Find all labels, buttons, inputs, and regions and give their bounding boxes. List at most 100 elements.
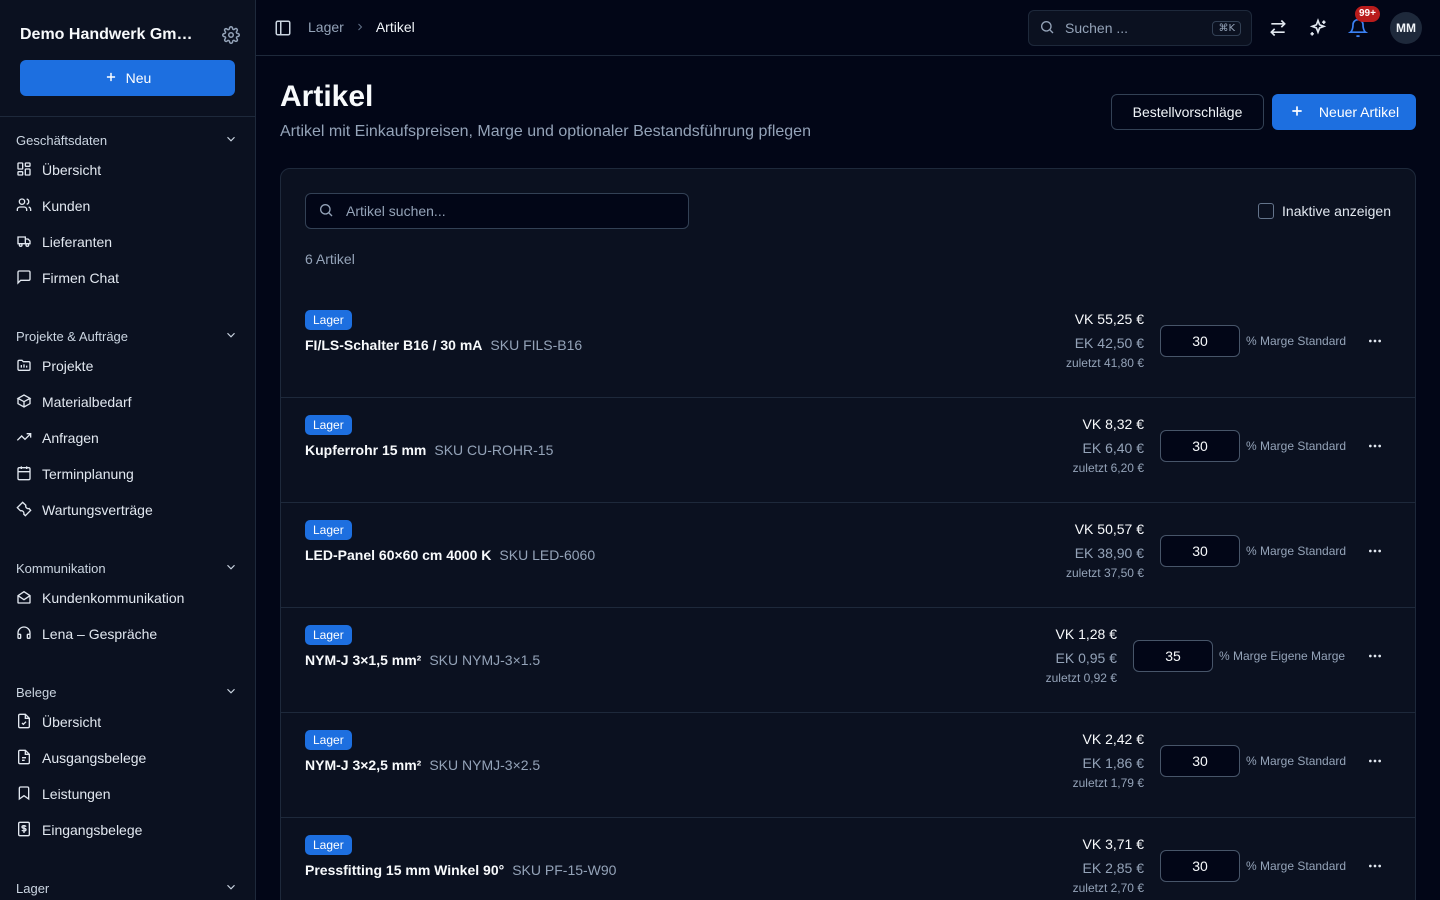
section-header[interactable]: Geschäftsdaten [0,128,255,152]
chat-icon [16,269,32,288]
sidebar-item-label: Übersicht [42,714,102,730]
sidebar-item-anfragen[interactable]: Anfragen [0,420,255,456]
sidebar-toggle-icon[interactable] [274,19,292,37]
sidebar-item-wartungsvertraege[interactable]: Wartungsverträge [0,492,255,528]
sidebar-item-materialbedarf[interactable]: Materialbedarf [0,384,255,420]
headset-icon [16,625,32,644]
last-price: zuletzt 1,79 € [1072,776,1144,790]
sidebar-item-kundenkommunikation[interactable]: Kundenkommunikation [0,580,255,616]
purchase-price: EK 1,86 € [1082,755,1145,771]
section-header[interactable]: Projekte & Aufträge [0,324,255,348]
sidebar-item-projekte[interactable]: Projekte [0,348,255,384]
mail-open-icon [16,589,32,608]
calendar-icon [16,465,32,484]
stock-tag: Lager [305,415,352,435]
chevron-down-icon [224,328,238,345]
stock-tag: Lager [305,520,352,540]
wrench-icon [16,500,32,520]
sidebar-item-label: Übersicht [42,162,102,178]
show-inactive-toggle[interactable]: Inaktive anzeigen [1258,203,1391,219]
purchase-price: EK 42,50 € [1074,335,1144,351]
show-inactive-checkbox[interactable] [1258,203,1275,219]
truck-icon [16,233,32,252]
article-search-input[interactable]: Artikel suchen... [305,193,689,229]
stock-tag: Lager [305,625,352,645]
sidebar-item-uebersicht[interactable]: Übersicht [0,152,255,188]
search-icon [318,202,334,221]
page-title: Artikel [280,80,374,113]
sidebar-item-label: Materialbedarf [42,394,132,410]
more-icon[interactable] [1363,646,1387,666]
price-block: VK 50,57 € EK 38,90 € zuletzt 37,50 € [1066,520,1144,580]
article-sku: SKU NYMJ-3×1.5 [429,652,541,668]
purchase-price: EK 6,40 € [1082,440,1145,456]
sidebar-item-leistungen[interactable]: Leistungen [0,776,255,812]
purchase-price: EK 38,90 € [1074,545,1144,561]
search-placeholder: Suchen ... [1065,20,1129,36]
margin-input[interactable]: 30 [1160,850,1240,882]
sidebar-item-terminplanung[interactable]: Terminplanung [0,456,255,492]
article-card: Artikel suchen... Inaktive anzeigen 6 Ar… [280,168,1416,900]
more-icon[interactable] [1363,331,1387,351]
section-title: Lager [16,880,50,896]
breadcrumb: Lager Artikel [308,19,415,35]
more-icon[interactable] [1363,541,1387,561]
list-item[interactable]: Lager Pressfitting 15 mm Winkel 90° SKU P… [281,818,1415,900]
article-sku: SKU PF-15-W90 [512,862,617,878]
purchase-price: EK 0,95 € [1055,650,1118,666]
new-button[interactable]: Neu [20,60,235,96]
new-article-label: Neuer Artikel [1318,104,1400,120]
sidebar-item-label: Eingangsbelege [42,822,143,838]
price-block: VK 3,71 € EK 2,85 € zuletzt 2,70 € [1073,835,1144,895]
page-subtitle: Artikel mit Einkaufspreisen, Marge und o… [280,123,811,140]
breadcrumb-lager[interactable]: Lager [308,19,344,35]
margin-input[interactable]: 30 [1160,745,1240,777]
list-item[interactable]: Lager FI/LS-Schalter B16 / 30 mA SKU FILS… [281,293,1415,398]
sales-price: VK 1,28 € [1055,626,1118,642]
sidebar-item-lena-gespraeche[interactable]: Lena – Gespräche [0,616,255,652]
order-suggestions-button[interactable]: Bestellvorschläge [1111,94,1264,130]
sidebar-item-lieferanten[interactable]: Lieferanten [0,224,255,260]
list-item[interactable]: Lager NYM-J 3×1,5 mm² SKU NYMJ-3×1.5 VK 1… [281,608,1415,713]
sidebar-item-kunden[interactable]: Kunden [0,188,255,224]
more-icon[interactable] [1363,856,1387,876]
margin-input[interactable]: 30 [1160,430,1240,462]
sparkles-icon[interactable] [1307,17,1329,39]
section-header[interactable]: Belege [0,680,255,704]
article-name: NYM-J 3×2,5 mm² [305,757,422,773]
sidebar-item-label: Kundenkommunikation [42,590,185,606]
plus-icon [1289,103,1305,122]
section-lager: Lager [0,876,255,900]
section-header[interactable]: Kommunikation [0,556,255,580]
sales-price: VK 2,42 € [1082,731,1145,747]
more-icon[interactable] [1363,436,1387,456]
margin-input[interactable]: 30 [1160,535,1240,567]
new-article-button[interactable]: Neuer Artikel [1272,94,1416,130]
list-item[interactable]: Lager Kupferrohr 15 mm SKU CU-ROHR-15 VK … [281,398,1415,503]
margin-input[interactable]: 30 [1160,325,1240,357]
avatar[interactable]: MM [1390,12,1422,44]
gear-icon[interactable] [222,26,240,44]
list-item[interactable]: Lager NYM-J 3×2,5 mm² SKU NYMJ-3×2.5 VK 2… [281,713,1415,818]
sidebar-item-ausgangsbelege[interactable]: Ausgangsbelege [0,740,255,776]
article-name: LED-Panel 60×60 cm 4000 K [305,547,492,563]
stock-tag: Lager [305,730,352,750]
chevron-down-icon [224,684,238,701]
sidebar-item-eingangsbelege[interactable]: Eingangsbelege [0,812,255,848]
list-item[interactable]: Lager LED-Panel 60×60 cm 4000 K SKU LED-6… [281,503,1415,608]
company-switcher[interactable]: Demo Handwerk GmbH [20,26,240,44]
swap-icon[interactable] [1267,17,1289,39]
sidebar-item-label: Leistungen [42,786,111,802]
sidebar-item-firmen-chat[interactable]: Firmen Chat [0,260,255,296]
package-icon [16,393,32,412]
section-geschaeftsdaten: Geschäftsdaten Übersicht Kunden Lieferan… [0,128,255,296]
sales-price: VK 3,71 € [1082,836,1145,852]
sidebar-item-label: Ausgangsbelege [42,750,147,766]
more-icon[interactable] [1363,751,1387,771]
last-price: zuletzt 37,50 € [1065,566,1144,580]
section-header[interactable]: Lager [0,876,255,900]
global-search-input[interactable]: Suchen ... ⌘K [1028,10,1252,46]
sidebar-item-belege-uebersicht[interactable]: Übersicht [0,704,255,740]
margin-input[interactable]: 35 [1133,640,1213,672]
breadcrumb-artikel: Artikel [375,19,415,35]
